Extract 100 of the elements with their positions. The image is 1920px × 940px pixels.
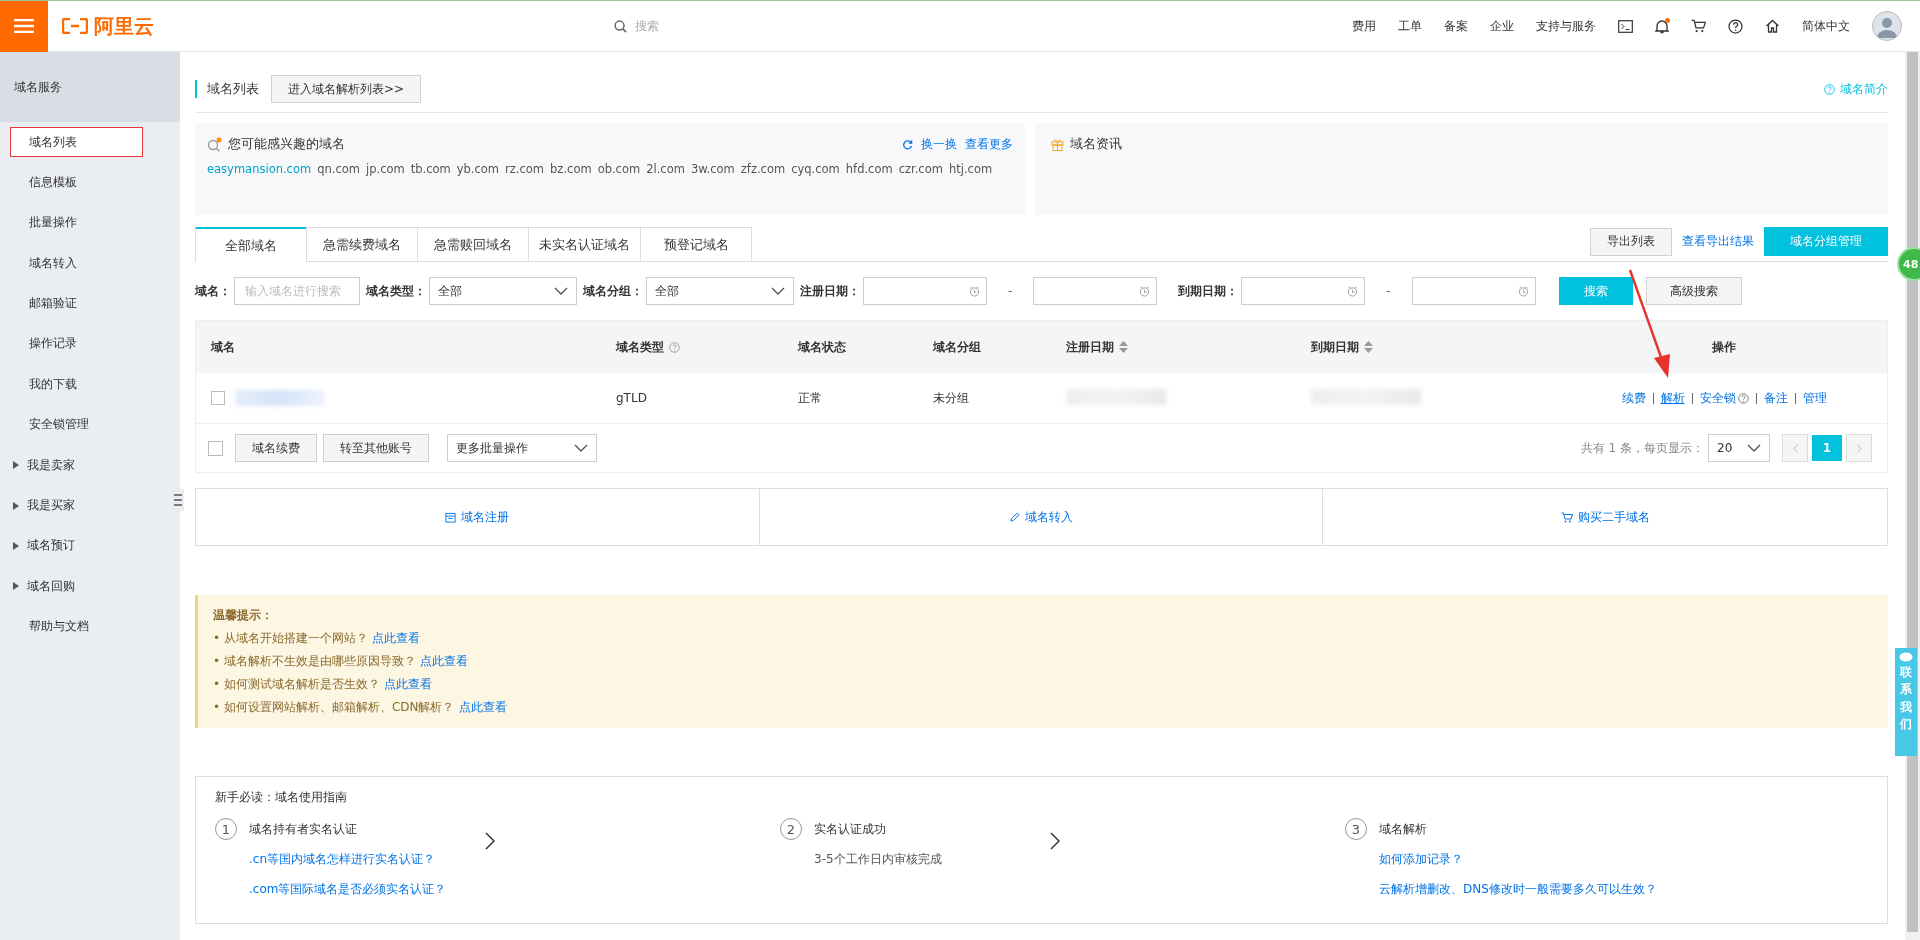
select-all-checkbox[interactable] — [208, 440, 223, 456]
guide-link[interactable]: .cn等国内域名怎样进行实名认证？ — [249, 851, 473, 868]
domain-suggestion[interactable]: ob.com — [597, 162, 641, 176]
sidebar-item[interactable]: 帮助与文档 — [10, 611, 143, 642]
guide-link[interactable]: .com等国际域名是否必须实名认证？ — [249, 881, 473, 898]
quick-link[interactable]: 域名注册 — [461, 508, 510, 526]
domain-suggestion[interactable]: htj.com — [948, 162, 993, 176]
table-cell-text: 未分组 — [933, 389, 970, 407]
tip-link[interactable]: 点此查看 — [458, 700, 507, 714]
sidebar-item[interactable]: 域名回购 — [10, 571, 143, 602]
quick-link[interactable]: 域名转入 — [1025, 508, 1073, 526]
action-link[interactable]: 备注 — [1763, 389, 1788, 407]
column-header: 域名分组 — [933, 338, 981, 356]
domain-suggestion[interactable]: 3w.com — [690, 162, 735, 176]
tip-link[interactable]: 点此查看 — [371, 631, 420, 645]
bulk-dropdown[interactable]: 更多批量操作 — [447, 434, 597, 462]
action-link[interactable]: 安全锁 — [1699, 389, 1736, 407]
sidebar-item[interactable]: 我是买家 — [10, 490, 143, 521]
help-icon[interactable] — [1728, 18, 1743, 34]
domain-suggestion[interactable]: qn.com — [317, 162, 360, 176]
guide-link[interactable]: 云解析增删改、DNS修改时一般需要多久可以生效？ — [1379, 881, 1657, 898]
column-header[interactable]: 到期日期 — [1311, 338, 1359, 356]
sidebar-item[interactable]: 我的下载 — [10, 369, 143, 400]
sidebar-item[interactable]: 域名预订 — [10, 530, 143, 561]
row-checkbox[interactable] — [211, 391, 225, 405]
export-button[interactable]: 导出列表 — [1590, 227, 1672, 256]
clock-icon — [1139, 285, 1151, 297]
domain-suggestion[interactable]: zfz.com — [740, 162, 786, 176]
column-header: 域名 — [211, 338, 235, 356]
nav-link[interactable]: 费用 — [1352, 17, 1376, 35]
filter-label: 域名类型： — [366, 282, 426, 300]
refresh-link[interactable]: 换一换 — [921, 135, 957, 153]
guide-link[interactable]: 如何添加记录？ — [1379, 851, 1657, 868]
tip-link[interactable]: 点此查看 — [419, 654, 468, 668]
action-link[interactable]: 续费 — [1621, 389, 1646, 407]
advanced-search-button[interactable]: 高级搜索 — [1645, 277, 1742, 305]
nav-link[interactable]: 备案 — [1444, 17, 1468, 35]
type-dropdown[interactable]: 全部 — [429, 277, 577, 305]
domain-suggestion[interactable]: bz.com — [550, 162, 592, 176]
sidebar-item[interactable]: 安全锁管理 — [10, 409, 143, 440]
sidebar-item[interactable]: 信息模板 — [10, 167, 143, 198]
domain-suggestion[interactable]: yb.com — [456, 162, 500, 176]
sidebar-item[interactable]: 我是卖家 — [10, 450, 143, 481]
sidebar-item[interactable]: 域名转入 — [10, 248, 143, 279]
date-field[interactable] — [1033, 277, 1158, 305]
step-description: 3-5个工作日内审核完成 — [814, 851, 943, 868]
column-header[interactable]: 注册日期 — [1066, 338, 1114, 356]
domain-suggestion[interactable]: rz.com — [505, 162, 545, 176]
cart-icon[interactable] — [1691, 19, 1706, 33]
language-selector[interactable]: 简体中文 — [1802, 17, 1850, 35]
table-cell-text: gTLD — [616, 391, 648, 405]
dns-list-button[interactable]: 进入域名解析列表>> — [271, 75, 422, 103]
chevron-down-icon — [1747, 444, 1761, 452]
bulk-action-button[interactable]: 域名续费 — [235, 434, 317, 462]
group-dropdown[interactable]: 全部 — [646, 277, 794, 305]
sidebar-item[interactable]: 域名列表 — [10, 127, 143, 157]
sidebar-item[interactable]: 操作记录 — [10, 328, 143, 359]
action-link[interactable]: 解析 — [1660, 389, 1685, 407]
page-title: 域名列表 — [195, 80, 259, 98]
more-link[interactable]: 查看更多 — [965, 135, 1013, 153]
date-field[interactable] — [1411, 277, 1536, 305]
action-link[interactable]: 管理 — [1802, 389, 1827, 407]
nav-link[interactable]: 企业 — [1490, 17, 1514, 35]
tip-text: • 如何测试域名解析是否生效？ — [213, 677, 380, 691]
domain-suggestion[interactable]: jp.com — [366, 162, 405, 176]
triangle-icon — [13, 461, 19, 470]
home-icon[interactable] — [1765, 19, 1780, 33]
tab[interactable]: 预登记域名 — [640, 227, 752, 261]
domain-suggestion[interactable]: cyq.com — [791, 162, 840, 176]
terminal-icon[interactable] — [1618, 19, 1633, 33]
menu-button[interactable] — [0, 0, 48, 52]
triangle-icon — [13, 541, 19, 550]
date-field[interactable] — [863, 277, 987, 305]
tab[interactable]: 全部域名 — [195, 227, 307, 262]
range-separator: - — [1386, 284, 1391, 298]
domain-suggestion[interactable]: tb.com — [410, 162, 451, 176]
sort-icon[interactable] — [1119, 341, 1128, 353]
sidebar-item[interactable]: 批量操作 — [10, 207, 143, 238]
view-export-link[interactable]: 查看导出结果 — [1682, 233, 1754, 250]
triangle-icon — [13, 501, 19, 510]
pencil-icon — [1009, 511, 1020, 523]
cart-icon — [1560, 511, 1573, 523]
domain-suggestion[interactable]: 2l.com — [646, 162, 685, 176]
page-size-dropdown[interactable]: 20 — [1708, 434, 1770, 462]
nav-link[interactable]: 支持与服务 — [1536, 17, 1596, 35]
date-field[interactable] — [1241, 277, 1366, 305]
tip-link[interactable]: 点此查看 — [383, 677, 432, 691]
nav-link[interactable]: 工单 — [1398, 17, 1422, 35]
step-title: 实名认证成功 — [814, 821, 887, 838]
column-header: 域名类型 — [616, 338, 664, 356]
domain-suggestion[interactable]: hfd.com — [845, 162, 893, 176]
calendar-icon — [445, 511, 457, 523]
bell-icon[interactable] — [1655, 18, 1669, 34]
bulk-action-button[interactable]: 转至其他账号 — [323, 434, 429, 462]
sidebar-item[interactable]: 邮箱验证 — [10, 288, 143, 319]
domain-suggestion[interactable]: czr.com — [898, 162, 943, 176]
quick-link[interactable]: 购买二手域名 — [1577, 508, 1650, 526]
avatar-icon[interactable] — [1872, 11, 1902, 41]
domain-search-field[interactable]: 输入域名进行搜索 — [234, 277, 360, 305]
sort-icon[interactable] — [1364, 341, 1373, 353]
